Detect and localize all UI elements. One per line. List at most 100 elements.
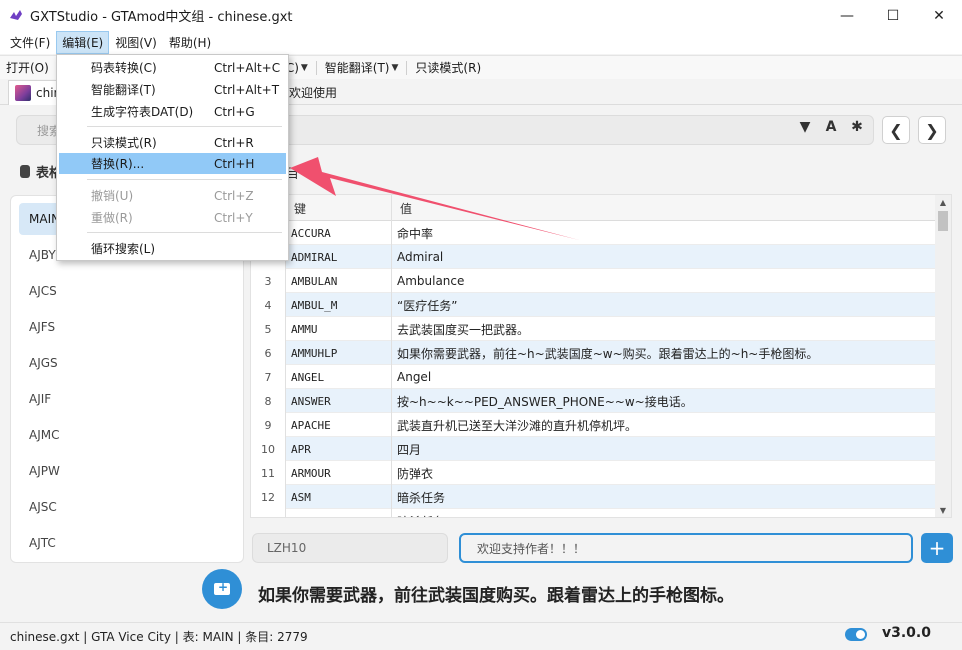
menu-item-label: 只读模式(R) <box>91 136 157 150</box>
row-value-cell[interactable]: 暗杀任务 <box>391 485 937 509</box>
table-row[interactable]: 10 APR 四月 <box>251 437 937 461</box>
vertical-scrollbar[interactable]: ▲ ▼ <box>935 195 951 517</box>
status-text: chinese.gxt | GTA Vice City | 表: MAIN | … <box>10 630 308 644</box>
sidebar-item-ajgs[interactable]: AJGS <box>19 347 237 379</box>
row-value-cell[interactable]: 暗杀任务1 <box>391 509 937 517</box>
table-row[interactable]: ACCURA 命中率 <box>251 221 937 245</box>
sidebar-item-ajsc[interactable]: AJSC <box>19 491 237 523</box>
table-row[interactable]: ADMIRAL Admiral <box>251 245 937 269</box>
sidebar-item-ajtc[interactable]: AJTC <box>19 527 237 559</box>
database-icon <box>20 165 30 178</box>
row-value-cell[interactable]: Admiral <box>391 245 937 269</box>
regex-icon[interactable]: ✱ <box>848 119 866 135</box>
toolbar-divider <box>406 60 408 75</box>
minimize-button[interactable]: — <box>824 0 870 31</box>
row-key-cell[interactable]: AMMUHLP <box>285 341 391 365</box>
row-value-cell[interactable]: 武装直升机已送至大洋沙滩的直升机停机坪。 <box>391 413 937 437</box>
row-value-cell[interactable]: 如果你需要武器，前往~h~武装国度~w~购买。跟着雷达上的~h~手枪图标。 <box>391 341 937 365</box>
row-key-cell[interactable]: APR <box>285 437 391 461</box>
row-value-cell[interactable]: Angel <box>391 365 937 389</box>
next-button[interactable]: ❯ <box>918 116 946 144</box>
table-row[interactable]: 9 APACHE 武装直升机已送至大洋沙滩的直升机停机坪。 <box>251 413 937 437</box>
table-row[interactable]: 3 AMBULAN Ambulance <box>251 269 937 293</box>
row-key-cell[interactable]: ANSWER <box>285 389 391 413</box>
table-row[interactable]: 5 AMMU 去武装国度买一把武器。 <box>251 317 937 341</box>
menu-item-label: 重做(R) <box>91 211 133 225</box>
menu-item-loop-search[interactable]: 循环搜索(L) <box>59 238 286 259</box>
row-value-cell[interactable]: 四月 <box>391 437 937 461</box>
column-header-key[interactable]: 键 <box>285 195 391 221</box>
row-number: 5 <box>251 317 285 341</box>
table-row[interactable]: 12 ASM 暗杀任务 <box>251 485 937 509</box>
table-row[interactable]: 4 AMBUL_M “医疗任务” <box>251 293 937 317</box>
menu-help[interactable]: 帮助(H) <box>163 31 217 54</box>
row-number: 8 <box>251 389 285 413</box>
menu-view[interactable]: 视图(V) <box>109 31 163 54</box>
scroll-up-icon[interactable]: ▲ <box>935 195 951 209</box>
row-value-cell[interactable]: 防弹衣 <box>391 461 937 485</box>
menu-item-shortcut: Ctrl+Alt+T <box>214 82 280 97</box>
menu-edit[interactable]: 编辑(E) <box>56 31 110 54</box>
open-button[interactable]: 打开(O) <box>0 56 55 80</box>
column-header-value[interactable]: 值 <box>391 195 937 221</box>
folder-plus-icon <box>214 580 230 595</box>
menu-item-code-conversion[interactable]: 码表转换(C) Ctrl+Alt+C <box>59 57 286 78</box>
menu-item-generate-charset[interactable]: 生成字符表DAT(D) Ctrl+G <box>59 101 286 122</box>
tab-welcome[interactable]: 欢迎使用 <box>283 80 343 105</box>
sidebar-item-ajif[interactable]: AJIF <box>19 383 237 415</box>
filter-icon[interactable]: ▼ <box>796 119 814 135</box>
row-value-cell[interactable]: Ambulance <box>391 269 937 293</box>
row-value-cell[interactable]: 命中率 <box>391 221 937 245</box>
row-key-cell[interactable]: APACHE <box>285 413 391 437</box>
menu-item-smart-translate[interactable]: 智能翻译(T) Ctrl+Alt+T <box>59 79 286 100</box>
menu-item-redo[interactable]: 重做(R) Ctrl+Y <box>59 207 286 228</box>
menu-item-readonly[interactable]: 只读模式(R) Ctrl+R <box>59 132 286 153</box>
table-row[interactable]: 7 ANGEL Angel <box>251 365 937 389</box>
table-row[interactable]: 8 ANSWER 按~h~~k~~PED_ANSWER_PHONE~~w~接电话。 <box>251 389 937 413</box>
menu-separator <box>87 126 282 127</box>
sidebar-item-ajmc[interactable]: AJMC <box>19 419 237 451</box>
row-key-cell[interactable]: ARMOUR <box>285 461 391 485</box>
smart-translate-button[interactable]: 智能翻译(T) ▼ <box>319 56 405 80</box>
value-field[interactable]: 欢迎支持作者！！！ <box>459 533 913 563</box>
readonly-mode-button[interactable]: 只读模式(R) <box>409 56 487 80</box>
open-folder-button[interactable] <box>202 569 242 609</box>
scrollbar-thumb[interactable] <box>938 211 948 231</box>
table-row[interactable]: 13ASM_1暗杀任务1 <box>251 509 937 517</box>
row-value-cell[interactable]: 去武装国度买一把武器。 <box>391 317 937 341</box>
previous-button[interactable]: ❮ <box>882 116 910 144</box>
row-value-cell[interactable]: “医疗任务” <box>391 293 937 317</box>
table-row[interactable]: 11 ARMOUR 防弹衣 <box>251 461 937 485</box>
theme-toggle[interactable] <box>845 628 867 641</box>
row-number: 7 <box>251 365 285 389</box>
key-field[interactable]: LZH10 <box>252 533 448 563</box>
close-button[interactable]: ✕ <box>916 0 962 31</box>
menu-item-label: 生成字符表DAT(D) <box>91 105 194 119</box>
row-value-cell[interactable]: 按~h~~k~~PED_ANSWER_PHONE~~w~接电话。 <box>391 389 937 413</box>
row-key-cell[interactable]: ASM_1 <box>285 509 391 517</box>
row-key-cell[interactable]: ANGEL <box>285 365 391 389</box>
sidebar-item-ajpw[interactable]: AJPW <box>19 455 237 487</box>
row-number: 4 <box>251 293 285 317</box>
row-key-cell[interactable]: ASM <box>285 485 391 509</box>
menu-separator <box>87 179 282 180</box>
menu-item-undo[interactable]: 撤销(U) Ctrl+Z <box>59 185 286 206</box>
row-number: 9 <box>251 413 285 437</box>
menu-item-label: 替换(R)... <box>91 157 145 171</box>
scroll-down-icon[interactable]: ▼ <box>935 503 951 517</box>
add-entry-button[interactable]: + <box>921 533 953 563</box>
menu-file[interactable]: 文件(F) <box>4 31 56 54</box>
row-key-cell[interactable]: AMBUL_M <box>285 293 391 317</box>
maximize-button[interactable]: ☐ <box>870 0 916 31</box>
table-row[interactable]: 6 AMMUHLP 如果你需要武器，前往~h~武装国度~w~购买。跟着雷达上的~h~… <box>251 341 937 365</box>
menu-bar: 文件(F) 编辑(E) 视图(V) 帮助(H) <box>0 31 962 54</box>
row-key-cell[interactable]: AMMU <box>285 317 391 341</box>
sidebar-item-ajcs[interactable]: AJCS <box>19 275 237 307</box>
menu-item-replace[interactable]: 替换(R)... Ctrl+H <box>59 153 286 174</box>
row-key-cell[interactable]: ACCURA <box>285 221 391 245</box>
row-key-cell[interactable]: AMBULAN <box>285 269 391 293</box>
search-input-extension[interactable] <box>284 115 874 145</box>
font-icon[interactable]: A <box>822 119 840 135</box>
sidebar-item-ajfs[interactable]: AJFS <box>19 311 237 343</box>
row-key-cell[interactable]: ADMIRAL <box>285 245 391 269</box>
